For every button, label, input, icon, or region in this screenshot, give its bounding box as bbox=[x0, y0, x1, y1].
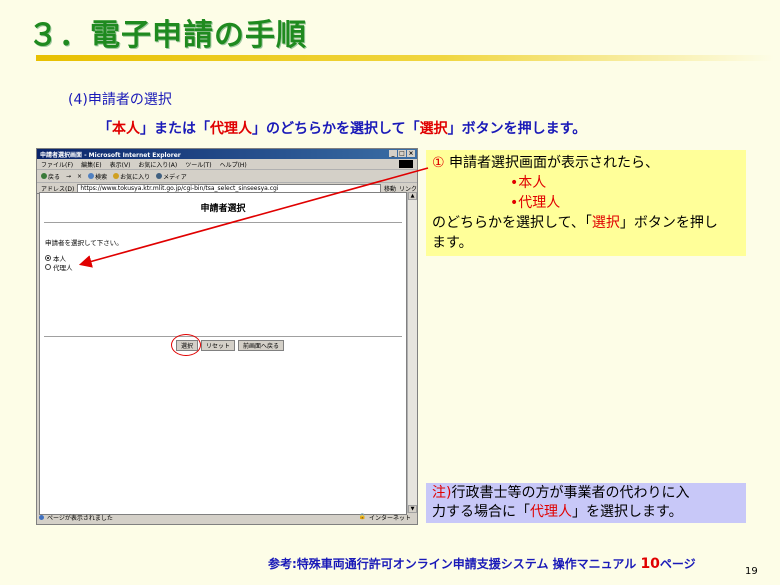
instruction-select-word: 選択 bbox=[419, 121, 448, 137]
footer-text-a: 参考:特殊車両通行許可オンライン申請支援システム 操作マニュアル bbox=[268, 557, 641, 571]
page-content: 申請者選択 申請者を選択して下さい。 本人 代理人 選択 リセット 前画面へ戻る bbox=[39, 192, 407, 515]
favorites-label: お気に入り bbox=[120, 173, 151, 181]
radio-agent-label: 代理人 bbox=[53, 264, 73, 272]
note-line-2b: 」を選択します。 bbox=[572, 504, 683, 520]
forward-button[interactable]: → bbox=[66, 173, 71, 180]
media-icon bbox=[156, 173, 163, 179]
section-subheading: (4)申請者の選択 bbox=[68, 92, 172, 108]
close-button[interactable]: × bbox=[407, 150, 415, 157]
lock-icon: 🔒 bbox=[358, 513, 366, 520]
note-line-2a: 力する場合に「 bbox=[432, 504, 530, 520]
windows-logo-icon bbox=[399, 160, 413, 168]
form-prompt: 申請者を選択して下さい。 bbox=[45, 239, 123, 247]
search-label: 検索 bbox=[95, 173, 108, 181]
instruction-line: 「本人」または「代理人」のどちらかを選択して「選択」ボタンを押します。 bbox=[98, 118, 586, 138]
note-line-1-text: 行政書士等の方が事業者の代わりに入 bbox=[451, 485, 690, 501]
instruction-callout: ① 申請者選択画面が表示されたら、 •本人 •代理人 のどちらかを選択して、「選… bbox=[426, 150, 746, 256]
back-button[interactable]: 戻る bbox=[41, 172, 60, 181]
status-right: 🔒 インターネット bbox=[359, 513, 416, 522]
callout-option-agent: •代理人 bbox=[510, 195, 561, 211]
menu-file[interactable]: ファイル(F) bbox=[41, 160, 73, 169]
radio-self-checked[interactable] bbox=[45, 255, 51, 261]
note-agent-word: 代理人 bbox=[530, 504, 572, 520]
callout-option-self: •本人 bbox=[510, 175, 547, 191]
reset-button[interactable]: リセット bbox=[201, 340, 236, 351]
form-divider-bottom bbox=[44, 336, 402, 337]
slide-title: ３．電子申請の手順 bbox=[28, 18, 307, 53]
search-icon bbox=[88, 173, 95, 179]
footer-text-b: ページ bbox=[659, 557, 696, 571]
form-heading: 申請者選択 bbox=[200, 204, 246, 214]
callout-select-word: 選択 bbox=[591, 215, 620, 231]
menu-view[interactable]: 表示(V) bbox=[110, 160, 131, 169]
scroll-down-arrow-icon[interactable]: ▼ bbox=[408, 505, 417, 513]
star-icon bbox=[113, 173, 120, 179]
instruction-text-mid1: 」または「 bbox=[140, 121, 210, 137]
menu-help[interactable]: ヘルプ(H) bbox=[220, 160, 247, 169]
back-arrow-icon bbox=[41, 173, 47, 179]
title-underline bbox=[36, 55, 774, 61]
instruction-option-self: 本人 bbox=[112, 121, 140, 137]
favorites-button[interactable]: お気に入り bbox=[113, 172, 150, 181]
search-button[interactable]: 検索 bbox=[88, 172, 107, 181]
internet-zone-label: インターネット bbox=[368, 515, 411, 522]
browser-menubar: ファイル(F) 編集(E) 表示(V) お気に入り(A) ツール(T) ヘルプ(… bbox=[37, 159, 417, 170]
callout-line-1-text: 申請者選択画面が表示されたら、 bbox=[444, 155, 660, 171]
note-box: 注)行政書士等の方が事業者の代わりに入 力する場合に「代理人」を選択します。 bbox=[426, 483, 746, 523]
ie-page-icon bbox=[39, 515, 44, 520]
stop-button[interactable]: × bbox=[77, 173, 82, 180]
back-label: 戻る bbox=[48, 173, 61, 181]
menu-edit[interactable]: 編集(E) bbox=[81, 160, 101, 169]
browser-window: 申請者選択画面 - Microsoft Internet Explorer _ … bbox=[36, 148, 418, 525]
menu-tools[interactable]: ツール(T) bbox=[185, 160, 211, 169]
menu-favorites[interactable]: お気に入り(A) bbox=[138, 160, 177, 169]
window-controls: _ □ × bbox=[389, 150, 415, 157]
note-line-1: 注)行政書士等の方が事業者の代わりに入 bbox=[432, 484, 740, 503]
callout-line-4a: のどちらかを選択して、「 bbox=[432, 215, 592, 231]
browser-window-title: 申請者選択画面 - Microsoft Internet Explorer bbox=[40, 151, 181, 159]
radio-agent-unchecked[interactable] bbox=[45, 264, 51, 270]
select-button-highlight-circle bbox=[171, 334, 201, 356]
step-number: ① bbox=[432, 155, 445, 171]
footer-page-ref: 10 bbox=[640, 556, 660, 572]
instruction-quote-open: 「 bbox=[98, 121, 112, 137]
scroll-up-arrow-icon[interactable]: ▲ bbox=[408, 192, 417, 200]
browser-toolbar: 戻る → × 検索 お気に入り メディア bbox=[37, 170, 417, 183]
media-button[interactable]: メディア bbox=[156, 172, 187, 181]
radio-option-agent[interactable]: 代理人 bbox=[45, 262, 73, 272]
footer-reference: 参考:特殊車両通行許可オンライン申請支援システム 操作マニュアル 10ページ bbox=[268, 555, 696, 572]
note-line-2: 力する場合に「代理人」を選択します。 bbox=[432, 503, 740, 522]
media-label: メディア bbox=[163, 173, 187, 181]
back-to-previous-button[interactable]: 前画面へ戻る bbox=[238, 340, 285, 351]
callout-line-1: ① 申請者選択画面が表示されたら、 bbox=[432, 153, 740, 173]
status-text: ページが表示されました bbox=[47, 515, 113, 522]
form-divider-top bbox=[44, 222, 402, 223]
maximize-button[interactable]: □ bbox=[398, 150, 406, 157]
instruction-option-agent: 代理人 bbox=[210, 121, 252, 137]
vertical-scrollbar[interactable]: ▲ ▼ bbox=[407, 192, 417, 513]
instruction-text-end: 」ボタンを押します。 bbox=[447, 121, 587, 137]
instruction-text-mid2: 」のどちらかを選択して「 bbox=[252, 121, 420, 137]
callout-line-4b: 」ボタンを押し bbox=[619, 215, 718, 231]
callout-line-5: ます。 bbox=[432, 235, 473, 251]
callout-line-4: のどちらかを選択して、「選択」ボタンを押し bbox=[432, 213, 740, 233]
minimize-button[interactable]: _ bbox=[389, 150, 397, 157]
browser-titlebar: 申請者選択画面 - Microsoft Internet Explorer _ … bbox=[37, 149, 417, 159]
status-bar: ページが表示されました 🔒 インターネット bbox=[39, 513, 415, 522]
note-prefix: 注) bbox=[432, 485, 452, 501]
page-number: 19 bbox=[745, 566, 758, 577]
